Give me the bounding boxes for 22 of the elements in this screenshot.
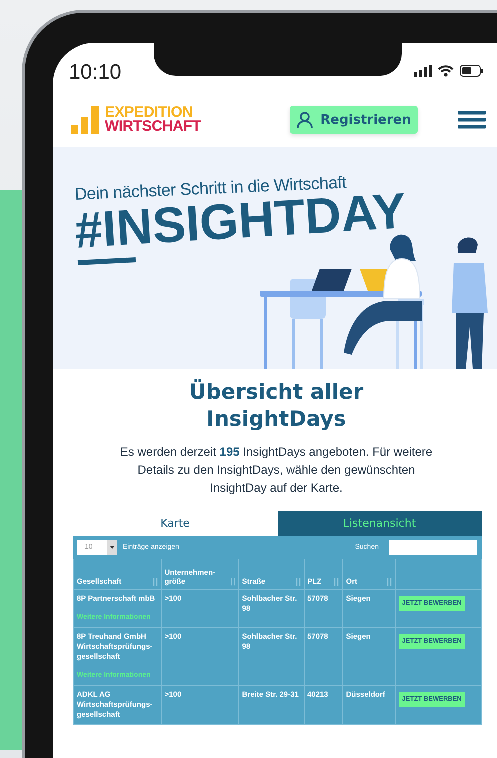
menu-icon[interactable] — [458, 111, 486, 129]
register-button[interactable]: Registrieren — [290, 106, 418, 134]
battery-icon — [460, 65, 484, 77]
user-icon — [296, 112, 313, 128]
sort-icon[interactable] — [334, 578, 340, 586]
page-title: Übersicht aller InsightDays — [188, 379, 365, 433]
bar-chart-icon — [71, 106, 101, 134]
sort-icon[interactable] — [230, 578, 236, 586]
headline-underline — [78, 257, 136, 266]
sort-icon[interactable] — [387, 578, 392, 586]
intro-text: Es werden derzeit 195 InsightDays angeboten. Für weitere Details zu den InsightDays, wähle den gewünschten InsightDay auf der Karte. — [119, 444, 434, 497]
status-time: 10:10 — [69, 61, 123, 85]
view-tab[interactable]: Karte — [73, 511, 278, 536]
search-field[interactable] — [389, 540, 477, 555]
sort-icon[interactable] — [152, 578, 158, 586]
sort-icon[interactable] — [296, 578, 300, 586]
logo-text: EXPEDITION — [105, 106, 193, 120]
signal-icon — [414, 65, 432, 77]
caret-icon — [110, 546, 114, 549]
view-tab[interactable]: Listenansicht — [278, 511, 482, 536]
logo-text: WIRTSCHAFT — [105, 120, 202, 134]
wifi-icon — [438, 65, 454, 77]
